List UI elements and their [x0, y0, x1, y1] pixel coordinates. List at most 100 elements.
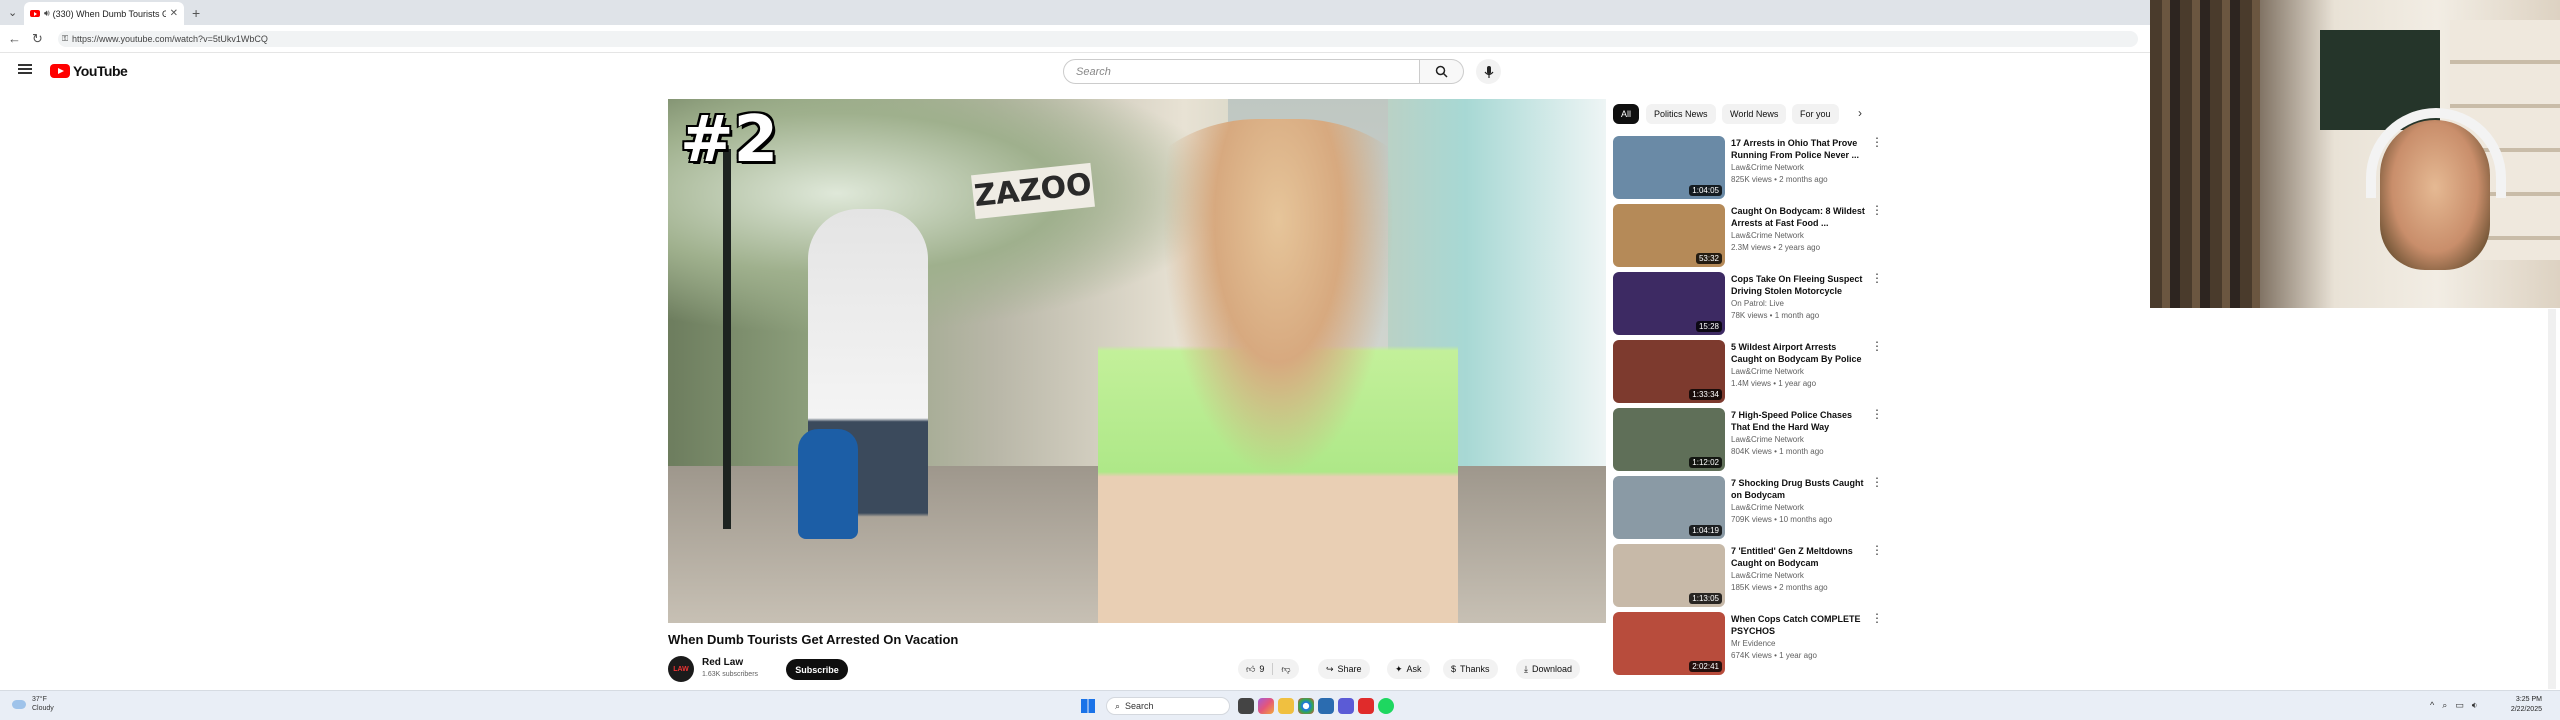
- site-info-icon[interactable]: ⚿: [62, 34, 68, 44]
- calendar-app-icon[interactable]: [1318, 698, 1334, 714]
- video-player[interactable]: ZAZOO #2: [668, 99, 1606, 623]
- video-thumbnail[interactable]: 1:04:05: [1613, 136, 1725, 199]
- weather-desc: Cloudy: [32, 705, 54, 712]
- recommended-video[interactable]: 1:13:05 7 'Entitled' Gen Z Meltdowns Cau…: [1613, 544, 1883, 608]
- recommended-channel[interactable]: Mr Evidence: [1731, 639, 1775, 648]
- url-field[interactable]: ⚿ https://www.youtube.com/watch?v=5tUkv1…: [58, 31, 2138, 47]
- video-duration: 1:33:34: [1689, 389, 1722, 400]
- hamburger-menu-icon[interactable]: [18, 64, 32, 74]
- recommended-channel[interactable]: Law&Crime Network: [1731, 435, 1804, 444]
- windows-start-icon[interactable]: [1081, 699, 1095, 713]
- video-thumbnail[interactable]: 15:28: [1613, 272, 1725, 335]
- spotify-icon[interactable]: [1378, 698, 1394, 714]
- recommended-meta: 804K views • 1 month ago: [1731, 447, 1824, 456]
- like-button[interactable]: 👍︎ 9 👎︎: [1238, 659, 1299, 679]
- recommended-title[interactable]: Cops Take On Fleeing Suspect Driving Sto…: [1731, 273, 1869, 297]
- tab-title: (330) When Dumb Tourists Get...: [52, 8, 166, 19]
- video-thumbnail[interactable]: 1:33:34: [1613, 340, 1725, 403]
- recommended-title[interactable]: 7 High-Speed Police Chases That End the …: [1731, 409, 1869, 433]
- new-tab-icon[interactable]: +: [192, 5, 200, 21]
- video-duration: 1:04:05: [1689, 185, 1722, 196]
- more-options-icon[interactable]: ⋮: [1871, 476, 1883, 488]
- more-options-icon[interactable]: ⋮: [1871, 340, 1883, 352]
- chip-all[interactable]: All: [1613, 104, 1640, 124]
- more-options-icon[interactable]: ⋮: [1871, 272, 1883, 284]
- recommended-title[interactable]: 5 Wildest Airport Arrests Caught on Body…: [1731, 341, 1869, 365]
- chips-next-chevron-icon[interactable]: ›: [1858, 106, 1862, 120]
- back-icon[interactable]: ←: [8, 31, 21, 46]
- more-options-icon[interactable]: ⋮: [1871, 408, 1883, 420]
- download-icon: ⤓: [1524, 663, 1528, 674]
- copilot-icon[interactable]: [1258, 698, 1274, 714]
- task-view-icon[interactable]: [1238, 698, 1254, 714]
- network-icon[interactable]: ▭: [2455, 700, 2464, 711]
- thumbs-down-icon[interactable]: 👎︎: [1281, 664, 1290, 675]
- recommended-video[interactable]: 1:04:05 17 Arrests in Ohio That Prove Ru…: [1613, 136, 1883, 200]
- screen: ⌄ 🔊︎ (330) When Dumb Tourists Get... ✕ +…: [0, 0, 2560, 720]
- recommended-video[interactable]: 15:28 Cops Take On Fleeing Suspect Drivi…: [1613, 272, 1883, 336]
- recommended-video[interactable]: 2:02:41 When Cops Catch COMPLETE PSYCHOS…: [1613, 612, 1883, 676]
- subscribe-button[interactable]: Subscribe: [786, 659, 848, 680]
- download-action: ⤓ Download: [1516, 659, 1581, 679]
- volume-icon[interactable]: 🔉︎: [2472, 700, 2478, 711]
- recommended-title[interactable]: When Cops Catch COMPLETE PSYCHOS: [1731, 613, 1869, 637]
- recommended-channel[interactable]: Law&Crime Network: [1731, 503, 1804, 512]
- close-tab-icon[interactable]: ✕: [170, 8, 178, 19]
- channel-avatar[interactable]: LAW: [668, 656, 694, 682]
- recommended-title[interactable]: 7 Shocking Drug Busts Caught on Bodycam: [1731, 477, 1869, 501]
- chip-world-news[interactable]: World News: [1722, 104, 1787, 124]
- video-thumbnail[interactable]: 2:02:41: [1613, 612, 1725, 675]
- more-options-icon[interactable]: ⋮: [1871, 136, 1883, 148]
- channel-name[interactable]: Red Law: [702, 657, 743, 668]
- audio-playing-icon[interactable]: 🔊︎: [44, 8, 50, 19]
- search-input[interactable]: Search: [1063, 59, 1420, 84]
- youtube-logo[interactable]: YouTube: [50, 63, 128, 79]
- video-thumbnail[interactable]: 1:12:02: [1613, 408, 1725, 471]
- file-explorer-icon[interactable]: [1278, 698, 1294, 714]
- recommended-channel[interactable]: Law&Crime Network: [1731, 367, 1804, 376]
- tray-overflow-icon[interactable]: ^: [2430, 700, 2434, 711]
- page-scrollbar[interactable]: [2548, 309, 2556, 689]
- recommended-channel[interactable]: On Patrol: Live: [1731, 299, 1784, 308]
- weather-widget[interactable]: 37°F Cloudy: [12, 695, 54, 713]
- microphone-icon: [1484, 65, 1493, 78]
- sparkle-icon: ✦: [1395, 663, 1403, 674]
- video-thumbnail[interactable]: 1:13:05: [1613, 544, 1725, 607]
- share-button[interactable]: ↪ Share: [1318, 659, 1370, 679]
- video-thumbnail[interactable]: 53:32: [1613, 204, 1725, 267]
- recommended-title[interactable]: 7 'Entitled' Gen Z Meltdowns Caught on B…: [1731, 545, 1869, 569]
- recommended-meta: 825K views • 2 months ago: [1731, 175, 1828, 184]
- url-text: https://www.youtube.com/watch?v=5tUkv1Wb…: [72, 34, 268, 44]
- more-options-icon[interactable]: ⋮: [1871, 204, 1883, 216]
- more-options-icon[interactable]: ⋮: [1871, 544, 1883, 556]
- recommended-channel[interactable]: Law&Crime Network: [1731, 231, 1804, 240]
- recommended-channel[interactable]: Law&Crime Network: [1731, 163, 1804, 172]
- recommended-channel[interactable]: Law&Crime Network: [1731, 571, 1804, 580]
- chip-politics-news[interactable]: Politics News: [1646, 104, 1716, 124]
- recommended-video[interactable]: 1:12:02 7 High-Speed Police Chases That …: [1613, 408, 1883, 472]
- recommended-title[interactable]: Caught On Bodycam: 8 Wildest Arrests at …: [1731, 205, 1869, 229]
- clock-time: 3:25 PM: [2515, 696, 2542, 703]
- browser-tab-active[interactable]: 🔊︎ (330) When Dumb Tourists Get... ✕: [24, 2, 184, 25]
- taskbar-search[interactable]: ⌕ Search: [1106, 697, 1230, 715]
- recommended-video[interactable]: 1:04:19 7 Shocking Drug Busts Caught on …: [1613, 476, 1883, 540]
- reload-icon[interactable]: ↻: [32, 31, 43, 47]
- video-duration: 1:04:19: [1689, 525, 1722, 536]
- recommended-video[interactable]: 53:32 Caught On Bodycam: 8 Wildest Arres…: [1613, 204, 1883, 268]
- discord-icon[interactable]: [1338, 698, 1354, 714]
- more-options-icon[interactable]: ⋮: [1871, 612, 1883, 624]
- media-app-icon[interactable]: [1358, 698, 1374, 714]
- chip-for-you[interactable]: For you: [1792, 104, 1839, 124]
- recommended-video[interactable]: 1:33:34 5 Wildest Airport Arrests Caught…: [1613, 340, 1883, 404]
- search-button[interactable]: [1420, 59, 1464, 84]
- ask-button[interactable]: ✦ Ask: [1387, 659, 1430, 679]
- thanks-button[interactable]: $ Thanks: [1443, 659, 1498, 679]
- clock[interactable]: 3:25 PM 2/22/2025: [2511, 695, 2542, 715]
- voice-search-button[interactable]: [1476, 59, 1501, 84]
- tab-search-chevron-icon[interactable]: ⌄: [8, 6, 17, 19]
- microphone-tray-icon[interactable]: ⌕: [2442, 700, 2447, 711]
- download-button[interactable]: ⤓ Download: [1516, 659, 1581, 679]
- chrome-icon[interactable]: [1298, 698, 1314, 714]
- recommended-title[interactable]: 17 Arrests in Ohio That Prove Running Fr…: [1731, 137, 1869, 161]
- video-thumbnail[interactable]: 1:04:19: [1613, 476, 1725, 539]
